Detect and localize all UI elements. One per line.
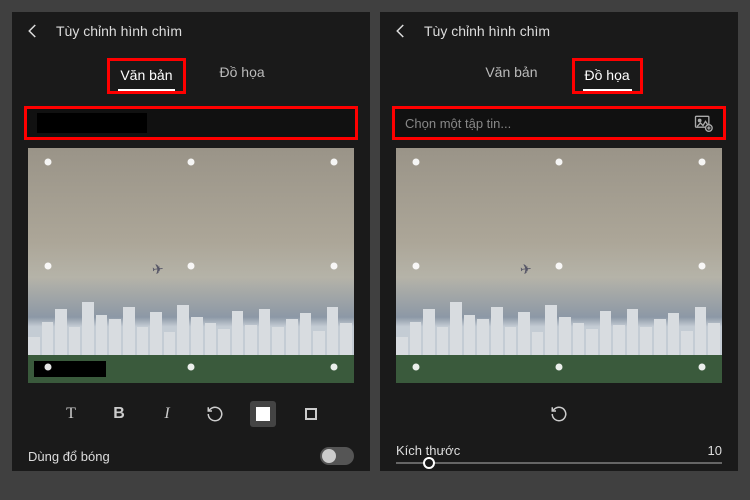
shadow-toggle[interactable] [320,447,354,465]
tool-bold-icon[interactable]: B [106,401,132,427]
airplane-icon: ✈ [519,260,532,278]
anchor-point[interactable] [331,262,338,269]
header: Tùy chỉnh hình chìm [380,12,738,50]
anchor-point[interactable] [699,262,706,269]
size-slider-row: Kích thước 10 [380,441,738,470]
back-arrow-icon[interactable] [392,22,410,40]
tool-fill-icon[interactable] [250,401,276,427]
redacted-text [37,113,147,133]
anchor-point[interactable] [412,262,419,269]
file-picker-input[interactable]: Chọn một tập tin... [392,106,726,140]
size-value: 10 [708,443,722,458]
back-arrow-icon[interactable] [24,22,42,40]
tab-graphic[interactable]: Đồ họa [572,58,643,94]
shadow-option: Dùng đổ bóng [12,441,370,471]
anchor-point[interactable] [188,159,195,166]
tab-graphic[interactable]: Đồ họa [210,58,275,94]
anchor-point[interactable] [699,159,706,166]
graphic-toolbar [380,391,738,441]
anchor-point[interactable] [699,363,706,370]
size-label: Kích thước [396,443,460,458]
watermark-text-input[interactable] [24,106,358,140]
add-image-icon[interactable] [693,113,713,133]
anchor-point[interactable] [331,159,338,166]
preview-image[interactable]: ✈ [28,148,354,383]
page-title: Tùy chỉnh hình chìm [424,23,550,39]
anchor-point[interactable] [412,363,419,370]
header: Tùy chỉnh hình chìm [12,12,370,50]
tab-text[interactable]: Văn bản [107,58,185,94]
size-slider[interactable] [396,462,722,464]
anchor-point[interactable] [412,159,419,166]
anchor-point[interactable] [44,159,51,166]
tool-rotate-icon[interactable] [202,401,228,427]
tool-text-icon[interactable]: T [58,401,84,427]
anchor-point[interactable] [188,262,195,269]
panel-graphic: Tùy chỉnh hình chìm Văn bản Đồ họa Chọn … [380,12,738,471]
airplane-icon: ✈ [151,260,164,278]
tabs: Văn bản Đồ họa [12,50,370,98]
file-picker-placeholder: Chọn một tập tin... [405,116,693,131]
tab-text[interactable]: Văn bản [475,58,547,94]
anchor-point[interactable] [556,363,563,370]
text-toolbar: T B I [12,391,370,441]
panel-text: Tùy chỉnh hình chìm Văn bản Đồ họa ✈ T B… [12,12,370,471]
tabs: Văn bản Đồ họa [380,50,738,98]
anchor-point[interactable] [188,363,195,370]
tool-rotate-icon[interactable] [546,401,572,427]
shadow-label: Dùng đổ bóng [28,449,110,464]
skyline [28,297,354,357]
skyline [396,297,722,357]
anchor-point[interactable] [44,363,51,370]
tool-italic-icon[interactable]: I [154,401,180,427]
anchor-point[interactable] [556,262,563,269]
tool-outline-icon[interactable] [298,401,324,427]
anchor-point[interactable] [556,159,563,166]
page-title: Tùy chỉnh hình chìm [56,23,182,39]
anchor-point[interactable] [331,363,338,370]
preview-image[interactable]: ✈ [396,148,722,383]
anchor-point[interactable] [44,262,51,269]
slider-thumb[interactable] [423,457,435,469]
